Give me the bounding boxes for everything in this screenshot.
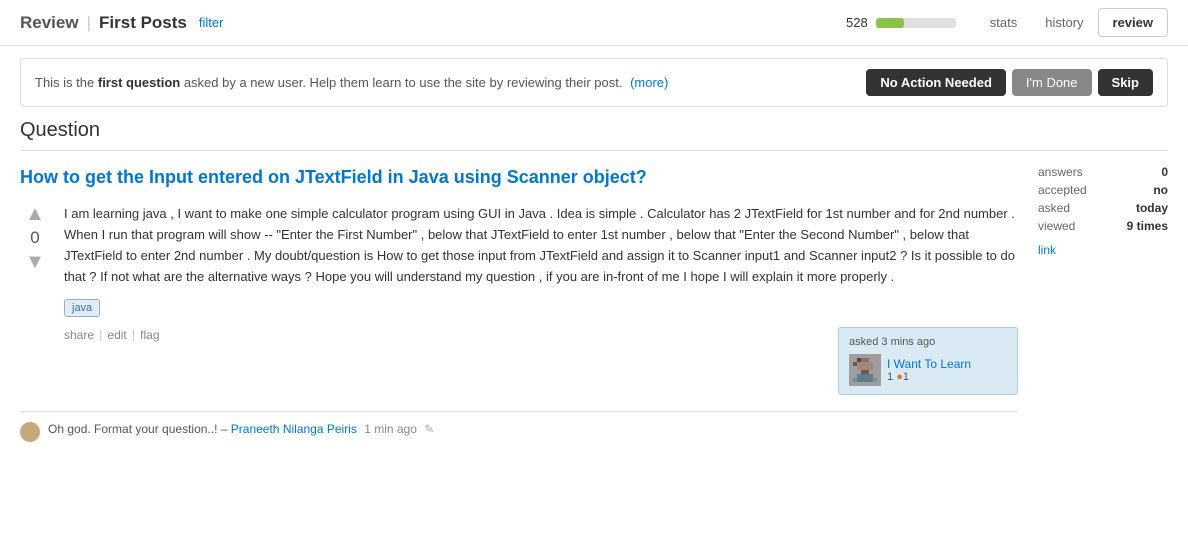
- sidebar-link[interactable]: link: [1038, 243, 1168, 257]
- user-name[interactable]: I Want To Learn: [887, 357, 971, 371]
- progress-count: 528: [846, 15, 868, 30]
- stat-answers: answers 0: [1038, 165, 1168, 179]
- nav-tabs: stats history review: [976, 8, 1168, 37]
- question-sidebar: answers 0 accepted no asked today viewed…: [1038, 165, 1168, 442]
- user-badge: ●: [896, 371, 903, 383]
- comment-body: Oh god. Format your question..! –: [48, 422, 227, 436]
- separator-2: |: [132, 327, 135, 342]
- asked-value: today: [1136, 201, 1168, 215]
- user-name-rep: I Want To Learn 1 ●1: [887, 357, 971, 383]
- question-main: How to get the Input entered on JTextFie…: [20, 165, 1018, 442]
- main-content: Question How to get the Input entered on…: [0, 119, 1188, 442]
- asked-label: asked: [1038, 201, 1070, 215]
- header-bar: Review | First Posts filter 528 stats hi…: [0, 0, 1188, 46]
- notice-text-start: This is the: [35, 75, 98, 90]
- flag-link[interactable]: flag: [140, 328, 159, 342]
- separator-1: |: [99, 327, 102, 342]
- vote-and-body: ▲ 0 ▼ I am learning java , I want to mak…: [20, 204, 1018, 287]
- notice-bar: This is the first question asked by a ne…: [20, 58, 1168, 107]
- user-rep: 1 ●1: [887, 371, 971, 383]
- comment-edit-icon[interactable]: ✎: [424, 422, 434, 436]
- vote-up-button[interactable]: ▲: [25, 204, 45, 224]
- tab-review[interactable]: review: [1098, 8, 1168, 37]
- user-card-time: asked 3 mins ago: [849, 336, 1007, 348]
- tags-area: java: [64, 299, 1018, 317]
- accepted-label: accepted: [1038, 183, 1087, 197]
- edit-link[interactable]: edit: [107, 328, 126, 342]
- progress-bar-fill: [876, 18, 904, 28]
- header-separator: |: [87, 13, 91, 33]
- vote-down-button[interactable]: ▼: [25, 252, 45, 272]
- user-rep-value: 1: [887, 371, 893, 383]
- no-action-button[interactable]: No Action Needed: [866, 69, 1005, 96]
- tab-history[interactable]: history: [1031, 9, 1097, 36]
- user-badge-count: 1: [903, 371, 909, 383]
- notice-text: This is the first question asked by a ne…: [35, 75, 866, 90]
- notice-buttons: No Action Needed I'm Done Skip: [866, 69, 1153, 96]
- user-info: I Want To Learn 1 ●1: [849, 354, 1007, 386]
- action-links: share | edit | flag: [64, 327, 160, 342]
- notice-bold-text: first question: [98, 75, 180, 90]
- answers-label: answers: [1038, 165, 1083, 179]
- stat-accepted: accepted no: [1038, 183, 1168, 197]
- question-body: I am learning java , I want to make one …: [64, 204, 1018, 287]
- skip-button[interactable]: Skip: [1098, 69, 1153, 96]
- vote-area: ▲ 0 ▼: [20, 204, 50, 287]
- im-done-button[interactable]: I'm Done: [1012, 69, 1092, 96]
- section-label: Question: [20, 119, 1168, 151]
- review-label: Review: [20, 13, 79, 33]
- tag-java[interactable]: java: [64, 299, 100, 317]
- vote-count: 0: [30, 228, 39, 248]
- comment-time: 1 min ago: [364, 422, 417, 436]
- answers-value: 0: [1161, 165, 1168, 179]
- user-card: asked 3 mins ago: [838, 327, 1018, 395]
- post-footer: share | edit | flag asked 3 mins ago: [64, 327, 1018, 395]
- progress-area: 528: [846, 15, 956, 30]
- question-area: How to get the Input entered on JTextFie…: [20, 165, 1168, 442]
- viewed-value: 9 times: [1127, 219, 1168, 233]
- user-avatar: [849, 354, 881, 386]
- accepted-value: no: [1153, 183, 1168, 197]
- comment-text: Oh god. Format your question..! – Pranee…: [48, 422, 434, 436]
- commenter-avatar: [20, 422, 40, 442]
- stat-viewed: viewed 9 times: [1038, 219, 1168, 233]
- share-link[interactable]: share: [64, 328, 94, 342]
- progress-bar-background: [876, 18, 956, 28]
- viewed-label: viewed: [1038, 219, 1075, 233]
- notice-more-link[interactable]: (more): [630, 75, 668, 90]
- tab-stats[interactable]: stats: [976, 9, 1031, 36]
- filter-link[interactable]: filter: [199, 15, 224, 30]
- stat-asked: asked today: [1038, 201, 1168, 215]
- page-title: First Posts: [99, 13, 187, 33]
- question-title[interactable]: How to get the Input entered on JTextFie…: [20, 165, 1018, 190]
- notice-text-end: asked by a new user. Help them learn to …: [180, 75, 622, 90]
- comment-area: Oh god. Format your question..! – Pranee…: [20, 411, 1018, 442]
- comment-author[interactable]: Praneeth Nilanga Peiris: [231, 422, 357, 436]
